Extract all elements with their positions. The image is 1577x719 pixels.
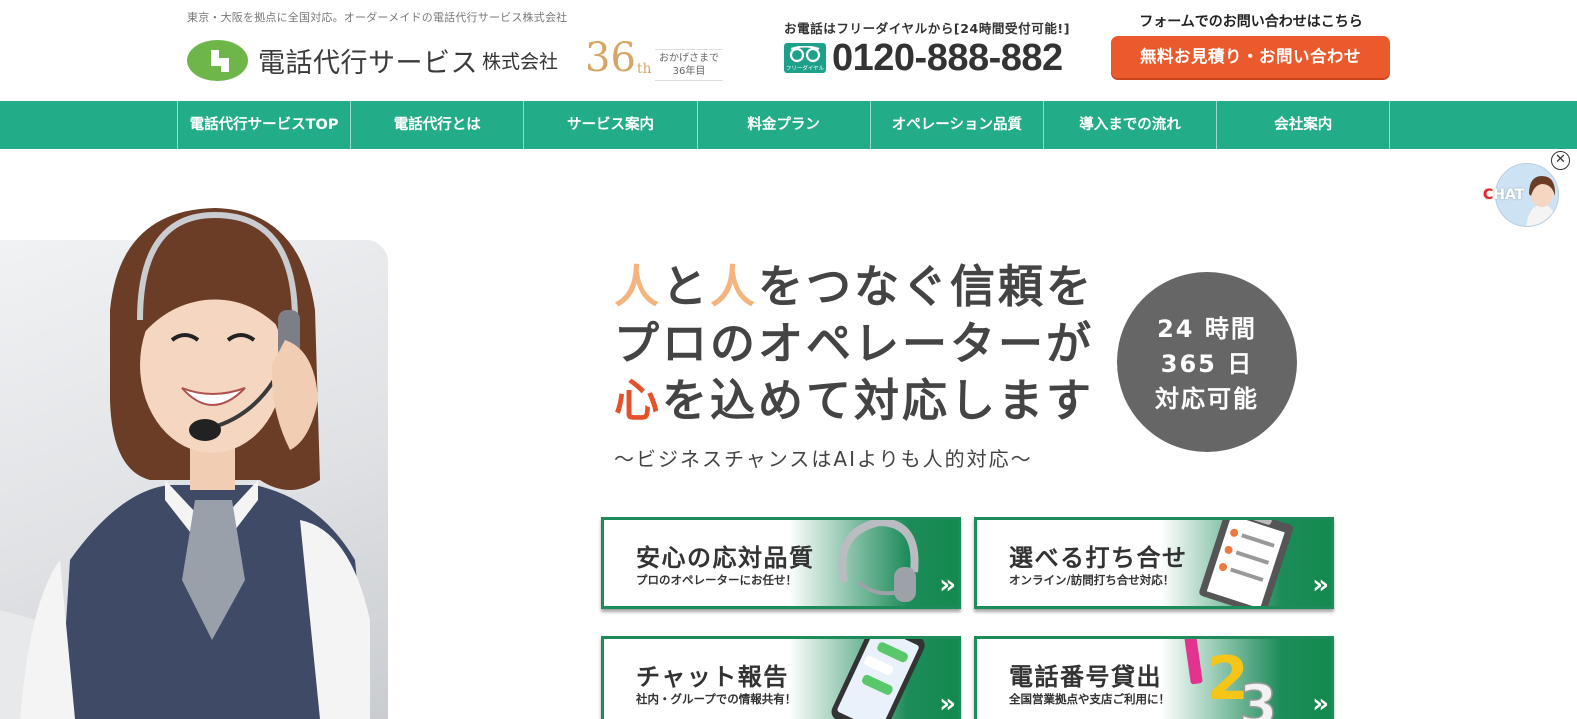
- anniversary-note: おかげさまで 36年目: [655, 49, 723, 81]
- clipboard-icon: [1199, 520, 1294, 606]
- form-lead: フォームでのお問い合わせはこちら: [1139, 14, 1363, 30]
- card-subtitle: オンライン/訪問打ち合せ対応！: [1009, 573, 1175, 587]
- headline-line3-b: を込めて対応します: [662, 374, 1095, 427]
- anniversary-number: 36: [585, 35, 636, 81]
- chevron-double-right-icon: »: [1312, 689, 1329, 719]
- feature-card-chat[interactable]: チャット報告 社内・グループでの情報共有！ »: [601, 636, 961, 719]
- site-logo[interactable]: 電話代行サービス 株式会社: [187, 38, 558, 82]
- badge-line1: 24 時間: [1157, 315, 1257, 343]
- logo-suffix: 株式会社: [482, 50, 559, 73]
- chat-close-icon[interactable]: ✕: [1551, 151, 1570, 170]
- card-subtitle: プロのオペレーターにお任せ！: [636, 573, 797, 587]
- hero-headline: 人と人をつなぐ信頼を プロのオペレーターが 心を込めて対応します: [614, 258, 1094, 429]
- card-subtitle: 社内・グループでの情報共有！: [636, 692, 797, 706]
- smartphone-chat-icon: [831, 639, 925, 719]
- headline-line1-d: をつなぐ信頼を: [758, 260, 1095, 313]
- chevron-double-right-icon: »: [939, 570, 956, 600]
- headset-icon: [838, 520, 919, 602]
- feature-card-quality[interactable]: 安心の応対品質 プロのオペレーターにお任せ！ »: [601, 517, 961, 609]
- headline-line2: プロのオペレーターが: [614, 317, 1095, 370]
- phone-contact: お電話はフリーダイヤルから[24時間受付可能!] フリーダイヤル 0120-88…: [784, 18, 1089, 77]
- hero-operator-photo: [0, 200, 410, 719]
- card-title: 安心の応対品質: [636, 544, 815, 572]
- svg-text:3: 3: [1239, 673, 1277, 719]
- chat-label-c: C: [1483, 187, 1494, 203]
- chevron-double-right-icon: »: [1312, 570, 1329, 600]
- anniversary-note-line1: おかげさまで: [659, 53, 719, 64]
- badge-line2: 365 日: [1160, 350, 1254, 378]
- card-title: チャット報告: [636, 663, 789, 691]
- nav-item-top[interactable]: 電話代行サービスTOP: [178, 101, 352, 149]
- nav-item-company[interactable]: 会社案内: [1217, 101, 1391, 149]
- chat-widget-label[interactable]: CHAT: [1483, 187, 1524, 203]
- freedial-label: フリーダイヤル: [785, 66, 825, 72]
- chat-label-rest: HAT: [1493, 187, 1525, 203]
- feature-card-number[interactable]: 2 3 電話番号貸出 全国営業拠点や支店ご利用に！ »: [974, 636, 1334, 719]
- chevron-double-right-icon: »: [939, 689, 956, 719]
- card-subtitle: 全国営業拠点や支店ご利用に！: [1009, 692, 1170, 706]
- hero-subhead: 〜ビジネスチャンスはAIよりも人的対応〜: [614, 447, 1033, 471]
- headline-line1-a: 人: [614, 260, 663, 313]
- headline-line1-c: 人: [710, 260, 759, 313]
- global-nav: 電話代行サービスTOP 電話代行とは サービス案内 料金プラン オペレーション品…: [0, 101, 1577, 149]
- contact-cta-button[interactable]: 無料お見積り・お問い合わせ: [1111, 36, 1390, 78]
- logo-mark-icon: [187, 39, 248, 81]
- phone-number[interactable]: 0120-888-882: [832, 39, 1063, 77]
- badge-line3: 対応可能: [1155, 385, 1259, 413]
- logo-name: 電話代行サービス: [258, 47, 478, 79]
- nav-item-pricing[interactable]: 料金プラン: [698, 101, 871, 149]
- nav-item-about[interactable]: 電話代行とは: [351, 101, 525, 149]
- phone-lead: お電話はフリーダイヤルから[24時間受付可能!]: [784, 21, 1071, 36]
- headline-line3-a: 心: [614, 374, 663, 427]
- anniversary-note-line2: 36年目: [672, 66, 706, 77]
- nav-item-quality[interactable]: オペレーション品質: [871, 101, 1044, 149]
- freedial-icon: フリーダイヤル: [784, 43, 826, 73]
- anniversary-mark: 36 th: [585, 38, 652, 78]
- anniversary-suffix: th: [636, 61, 652, 77]
- nav-item-services[interactable]: サービス案内: [524, 101, 698, 149]
- site-header: 東京・大阪を拠点に全国対応。オーダーメイドの電話代行サービス株式会社 電話代行サ…: [0, 0, 1577, 101]
- feature-card-meeting[interactable]: 選べる打ち合せ オンライン/訪問打ち合せ対応！ »: [974, 517, 1334, 609]
- header-tagline: 東京・大阪を拠点に全国対応。オーダーメイドの電話代行サービス株式会社: [187, 11, 568, 24]
- numbers-icon: 2 3: [1183, 639, 1278, 719]
- headline-line1-b: と: [662, 260, 711, 313]
- card-title: 電話番号貸出: [1009, 663, 1162, 691]
- availability-badge: 24 時間 365 日 対応可能: [1117, 272, 1297, 452]
- nav-item-flow[interactable]: 導入までの流れ: [1044, 101, 1218, 149]
- card-title: 選べる打ち合せ: [1009, 544, 1188, 572]
